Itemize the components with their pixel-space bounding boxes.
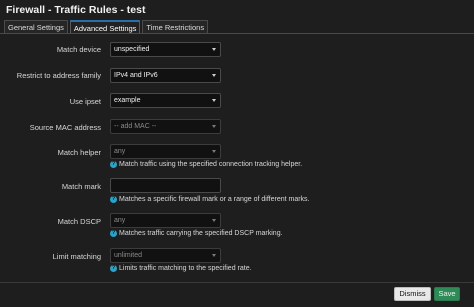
ipset-value: example [114,97,141,104]
limit-matching-hint: ? Limits traffic matching to the specifi… [110,265,252,272]
chevron-down-icon [212,219,216,222]
chevron-down-icon [212,125,216,128]
match-dscp-select[interactable]: any [110,213,221,228]
help-icon: ? [110,161,117,168]
tab-bar: General Settings Advanced Settings Time … [4,20,209,34]
chevron-down-icon [212,74,216,77]
chevron-down-icon [212,254,216,257]
address-family-select[interactable]: IPv4 and IPv6 [110,68,221,83]
save-button[interactable]: Save [434,287,460,301]
dismiss-button[interactable]: Dismiss [394,287,431,301]
source-mac-placeholder: -- add MAC -- [114,123,157,130]
chevron-down-icon [212,150,216,153]
help-icon: ? [110,265,117,272]
source-mac-select[interactable]: -- add MAC -- [110,119,221,134]
chevron-down-icon [212,99,216,102]
match-device-label: Match device [56,45,101,54]
help-icon: ? [110,230,117,237]
tab-time-restrictions[interactable]: Time Restrictions [142,20,209,34]
match-mark-hint-text: Matches a specific firewall mark or a ra… [119,196,310,203]
match-device-value: unspecified [114,46,150,53]
match-dscp-hint: ? Matches traffic carrying the specified… [110,230,283,237]
match-mark-hint: ? Matches a specific firewall mark or a … [110,196,310,203]
address-family-label: Restrict to address family [16,71,101,80]
match-helper-value: any [114,148,126,155]
address-family-value: IPv4 and IPv6 [114,72,158,79]
match-device-select[interactable]: unspecified [110,42,221,57]
ipset-select[interactable]: example [110,93,221,108]
match-mark-label: Match mark [61,182,101,191]
source-mac-label: Source MAC address [29,123,101,132]
match-dscp-hint-text: Matches traffic carrying the specified D… [119,230,283,237]
dialog-title: Firewall - Traffic Rules - test [6,4,146,16]
limit-matching-hint-text: Limits traffic matching to the specified… [119,265,252,272]
match-dscp-label: Match DSCP [57,217,101,226]
tab-advanced-settings[interactable]: Advanced Settings [69,20,141,34]
ipset-label: Use ipset [69,97,101,106]
match-dscp-value: any [114,217,126,224]
match-helper-label: Match helper [57,148,101,157]
match-helper-select[interactable]: any [110,144,221,159]
help-icon: ? [110,196,117,203]
limit-matching-select[interactable]: unlimited [110,248,221,263]
match-helper-hint: ? Match traffic using the specified conn… [110,161,302,168]
limit-matching-label: Limit matching [52,252,101,261]
tab-general-settings[interactable]: General Settings [4,20,68,34]
footer-divider [0,282,474,283]
limit-matching-value: unlimited [114,252,143,259]
tab-divider [0,33,474,34]
match-mark-input[interactable] [110,178,221,193]
match-helper-hint-text: Match traffic using the specified connec… [119,161,303,168]
chevron-down-icon [212,48,216,51]
